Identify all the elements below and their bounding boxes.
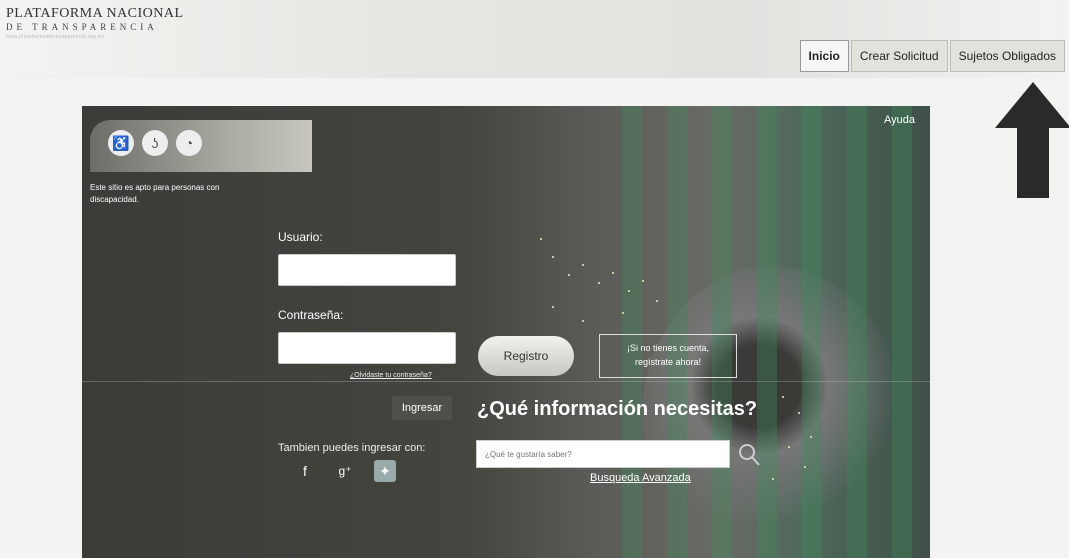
search-input[interactable]: [476, 440, 730, 468]
twitter-icon[interactable]: ✦: [374, 460, 396, 482]
site-logo[interactable]: PLATAFORMA NACIONAL DE TRANSPARENCIA www…: [6, 6, 184, 40]
social-login-label: Tambien puedes ingresar con:: [278, 442, 426, 454]
logo-subtitle: DE TRANSPARENCIA: [6, 22, 158, 32]
advanced-search-link[interactable]: Busqueda Avanzada: [590, 472, 691, 484]
hero-section: ♿ ʖ ◔ Este sitio es apto para personas c…: [82, 106, 930, 558]
main-nav: Inicio Crear Solicitud Sujetos Obligados: [798, 40, 1065, 72]
username-label: Usuario:: [278, 230, 323, 244]
register-prompt-line1: ¡Si no tienes cuenta,: [626, 343, 710, 353]
accessibility-caption: Este sitio es apto para personas con dis…: [90, 183, 220, 204]
logo-title: PLATAFORMA NACIONAL: [6, 6, 184, 21]
low-vision-icon[interactable]: ◔: [176, 130, 202, 156]
forgot-password-link[interactable]: ¿Olvidaste tu contraseña?: [350, 372, 432, 379]
username-field[interactable]: [278, 254, 456, 286]
help-link[interactable]: Ayuda: [884, 114, 915, 126]
login-button[interactable]: Ingresar: [392, 396, 452, 420]
wheelchair-icon[interactable]: ♿: [108, 130, 134, 156]
register-button[interactable]: Registro: [478, 336, 574, 376]
google-plus-icon[interactable]: g⁺: [334, 460, 356, 482]
search-icon[interactable]: [736, 440, 762, 468]
nav-crear-solicitud[interactable]: Crear Solicitud: [850, 40, 948, 72]
register-prompt[interactable]: ¡Si no tienes cuenta, regístrate ahora!: [599, 334, 737, 378]
nav-inicio[interactable]: Inicio: [799, 40, 849, 72]
divider: [82, 381, 930, 382]
accessibility-panel: ♿ ʖ ◔: [90, 120, 312, 172]
logo-url: www.plataformadetransparencia.org.mx: [6, 34, 105, 40]
hearing-icon[interactable]: ʖ: [142, 130, 168, 156]
hero-green-stripes: [622, 106, 930, 558]
password-label: Contraseña:: [278, 308, 344, 322]
nav-sujetos-obligados[interactable]: Sujetos Obligados: [949, 40, 1065, 72]
register-prompt-line2: regístrate ahora!: [634, 357, 702, 367]
password-field[interactable]: [278, 332, 456, 364]
search-heading: ¿Qué información necesitas?: [477, 398, 758, 420]
up-arrow-icon: [995, 82, 1069, 198]
facebook-icon[interactable]: f: [294, 460, 316, 482]
